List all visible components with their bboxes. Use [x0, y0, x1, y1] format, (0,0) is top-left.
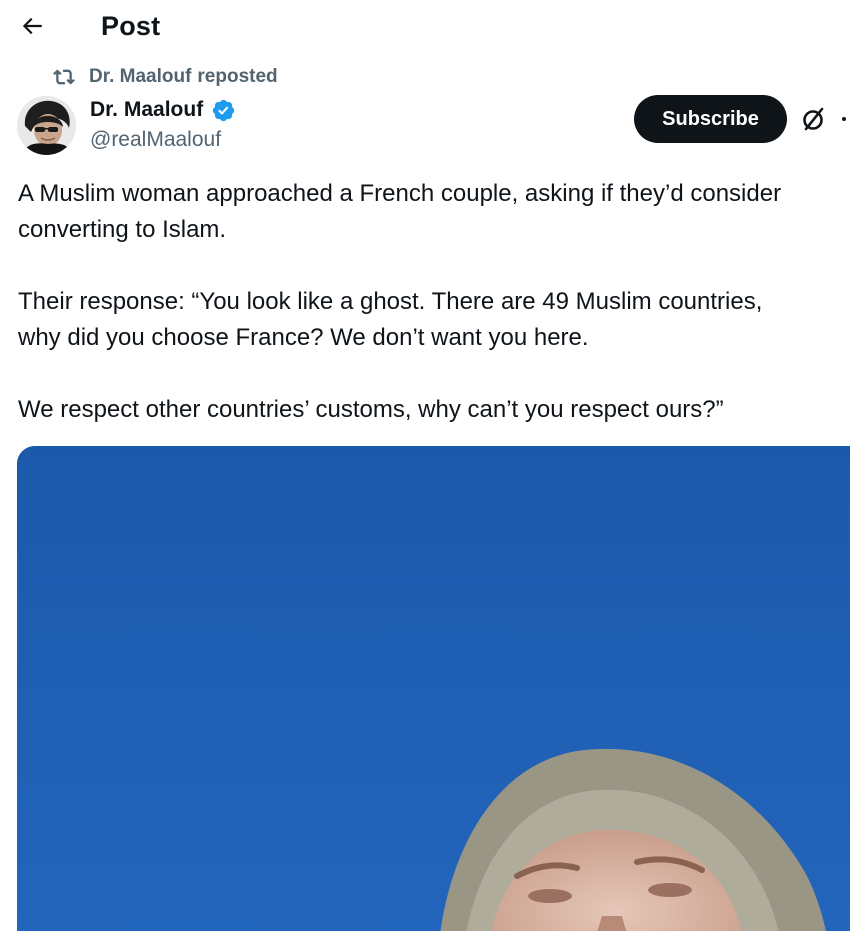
author-handle[interactable]: @realMaalouf: [90, 126, 221, 154]
avatar-image: [17, 96, 76, 155]
verified-badge-icon[interactable]: [211, 97, 237, 123]
video-frame-image: [17, 446, 850, 931]
page-title: Post: [101, 11, 161, 41]
more-icon: [842, 117, 846, 121]
avatar[interactable]: [17, 96, 76, 155]
post-page: Post Dr. Maalouf reposted Dr. Maalouf @r…: [0, 0, 850, 931]
post-header: Post: [0, 0, 850, 52]
subscribe-button[interactable]: Subscribe: [634, 95, 787, 143]
back-button[interactable]: [14, 8, 50, 44]
tweet-media-video[interactable]: [17, 446, 850, 931]
author-name: Dr. Maalouf: [90, 98, 204, 121]
tweet-text: A Muslim woman approached a French coupl…: [18, 176, 850, 428]
arrow-left-icon: [22, 17, 42, 35]
tweet-text-line: [18, 248, 850, 284]
repost-icon: [52, 65, 78, 89]
tweet-text-line: why did you choose France? We don’t want…: [18, 324, 589, 351]
tweet-text-line: We respect other countries’ customs, why…: [18, 396, 724, 423]
repost-indicator[interactable]: Dr. Maalouf reposted: [52, 64, 278, 90]
more-options-button[interactable]: [836, 103, 850, 135]
tweet-text-line: Their response: “You look like a ghost. …: [18, 288, 763, 315]
tweet-text-line: converting to Islam.: [18, 216, 227, 243]
grok-button[interactable]: [796, 101, 832, 137]
author-name-link[interactable]: Dr. Maalouf: [90, 96, 237, 124]
grok-icon: [803, 107, 824, 131]
reposter-name: Dr. Maalouf: [89, 66, 192, 87]
tweet-text-line: [18, 356, 850, 392]
tweet-text-line: A Muslim woman approached a French coupl…: [18, 180, 782, 207]
repost-action-label: reposted: [197, 66, 278, 87]
